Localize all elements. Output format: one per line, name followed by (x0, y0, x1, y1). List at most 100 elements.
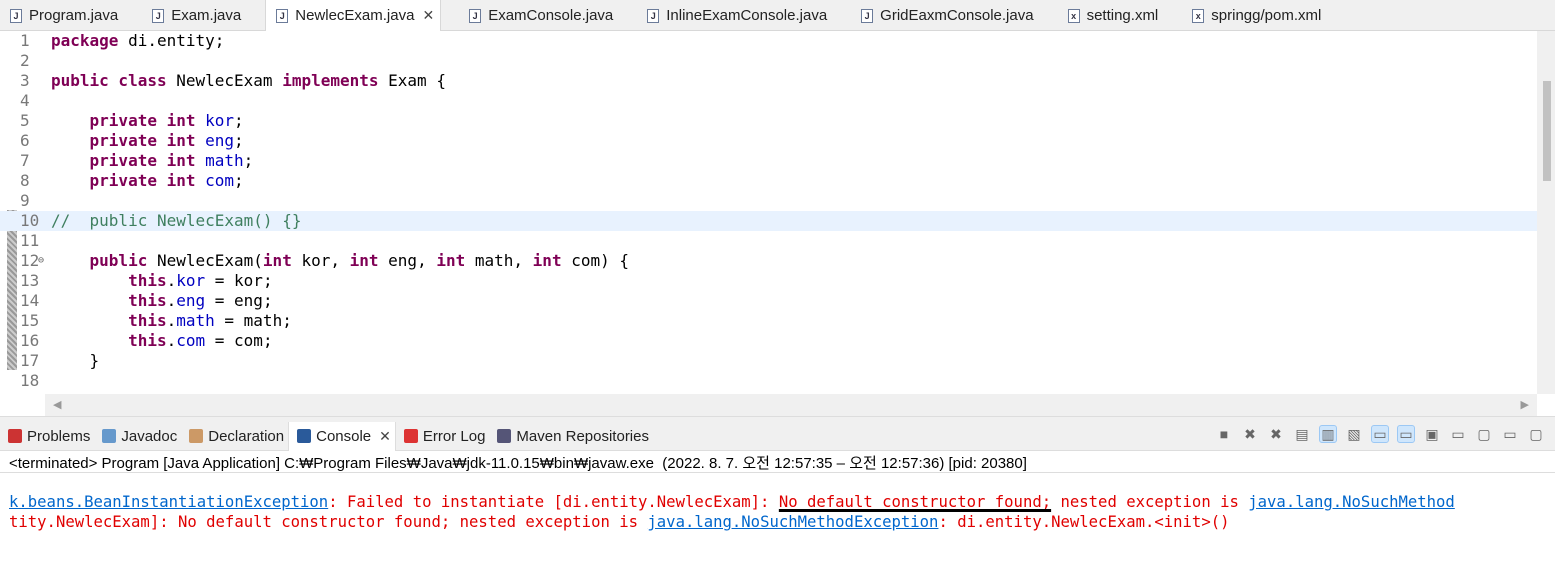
code-line: 16 this.com = com; (0, 331, 1537, 351)
line-number: 12 (20, 251, 40, 270)
line-number: 17 (20, 351, 40, 370)
java-file-icon: J (647, 8, 660, 23)
tab-examconsole-java[interactable]: J ExamConsole.java (459, 0, 619, 31)
code-token: private int (89, 131, 196, 150)
code-token: int (349, 251, 379, 270)
tab-newlecexam-java[interactable]: J NewlecExam.java ✕ (265, 0, 442, 31)
javadoc-icon (102, 429, 117, 443)
problems-icon (8, 429, 22, 443)
tab-problems[interactable]: Problems (0, 422, 94, 451)
tab-maven-repositories[interactable]: Maven Repositories (489, 422, 653, 451)
exception-link[interactable]: k.beans.BeanInstantiationException (9, 493, 328, 511)
clear-console-icon[interactable]: ▤ (1293, 425, 1311, 443)
code-token: this (128, 331, 167, 350)
editor-tab-bar: J Program.java J Exam.java J NewlecExam.java ✕… (0, 0, 1555, 31)
tab-grideaxmconsole-java[interactable]: J GridEaxmConsole.java (851, 0, 1039, 31)
output-text: No default constructor found; (778, 493, 1052, 511)
code-text: this.math = math; (51, 311, 292, 331)
java-file-icon: J (276, 8, 289, 23)
code-token: di.entity; (118, 31, 225, 50)
close-icon[interactable]: ✕ (379, 428, 391, 445)
open-console-icon[interactable]: ▢ (1475, 425, 1493, 443)
code-token: public class (51, 71, 167, 90)
horizontal-scrollbar[interactable]: ◀ ▶ (45, 394, 1537, 416)
scroll-right-icon[interactable]: ▶ (1521, 398, 1529, 411)
java-file-icon: J (152, 8, 165, 23)
tab-javadoc[interactable]: Javadoc (94, 422, 181, 451)
remove-all-icon[interactable]: ✖ (1267, 425, 1285, 443)
pin-console-icon[interactable]: ▣ (1423, 425, 1441, 443)
tab-exam-java[interactable]: J Exam.java (142, 0, 247, 31)
code-line: 14 this.eng = eng; (0, 291, 1537, 311)
vertical-scrollbar[interactable] (1537, 31, 1555, 394)
code-text: this.eng = eng; (51, 291, 273, 311)
line-number: 7 (20, 151, 30, 170)
line-number: 3 (20, 71, 30, 90)
tab-label: Javadoc (121, 427, 178, 445)
code-text: package di.entity; (51, 31, 224, 51)
scroll-thumb[interactable] (1543, 81, 1551, 181)
code-token: int (436, 251, 466, 270)
code-line: 15 this.math = math; (0, 311, 1537, 331)
tab-console[interactable]: Console ✕ (288, 421, 396, 451)
terminate-icon[interactable]: ■ (1215, 425, 1233, 443)
xml-file-icon: x (1192, 8, 1205, 23)
console-output-line: k.beans.BeanInstantiationException: Fail… (9, 493, 1455, 511)
tab-program-java[interactable]: J Program.java (0, 0, 124, 31)
code-text: this.kor = kor; (51, 271, 273, 291)
line-number: 14 (20, 291, 40, 310)
console-toolbar: ■ ✖ ✖ ▤ ▥ ▧ ▭ ▭ ▣ ▭ ▢ ▭ ▢ (1215, 425, 1545, 443)
code-line: 11 (0, 231, 1537, 251)
code-token: ; (234, 171, 244, 190)
word-wrap-icon[interactable]: ▧ (1345, 425, 1363, 443)
code-line: 7 private int math; (0, 151, 1537, 171)
show-on-stdout-icon[interactable]: ▭ (1371, 425, 1389, 443)
close-icon[interactable]: ✕ (422, 7, 434, 24)
code-token: package (51, 31, 119, 50)
code-token: = com; (205, 331, 273, 350)
fold-icon[interactable]: ⊖ (38, 251, 44, 271)
tab-label: springg/pom.xml (1211, 7, 1322, 24)
java-file-icon: J (10, 8, 22, 23)
xml-file-icon: x (1067, 8, 1080, 23)
tab-declaration[interactable]: Declaration (181, 422, 288, 451)
java-file-icon: J (469, 8, 482, 23)
line-number: 4 (20, 91, 30, 110)
declaration-icon (189, 429, 204, 443)
remove-launch-icon[interactable]: ✖ (1241, 425, 1259, 443)
code-line: 17 } (0, 351, 1537, 371)
exception-link[interactable]: java.lang.NoSuchMethod (1248, 493, 1455, 511)
output-text: tity.NewlecExam]: No default constructor… (9, 513, 648, 531)
code-token: math (195, 151, 244, 170)
code-editor[interactable]: 1 package di.entity; 2 3 public class Newlec… (0, 31, 1555, 394)
code-token: . (166, 331, 177, 350)
code-token: kor, (291, 251, 350, 270)
tab-setting-xml[interactable]: x setting.xml (1058, 0, 1165, 31)
code-text: public NewlecExam(int kor, int eng, int … (51, 251, 629, 271)
output-text: : Failed to instantiate [di.entity.Newle… (328, 493, 779, 511)
scroll-lock-icon[interactable]: ▥ (1319, 425, 1337, 443)
output-text: : di.entity.NewlecExam.<init>() (938, 513, 1230, 531)
code-token: private int (89, 171, 196, 190)
minimize-icon[interactable]: ▭ (1501, 425, 1519, 443)
line-number: 18 (20, 371, 40, 390)
maximize-icon[interactable]: ▢ (1527, 425, 1545, 443)
exception-link[interactable]: java.lang.NoSuchMethodException (647, 513, 938, 531)
code-line: 3 public class NewlecExam implements Exam… (0, 71, 1537, 91)
show-on-stderr-icon[interactable]: ▭ (1397, 425, 1415, 443)
tab-error-log[interactable]: Error Log (396, 422, 490, 451)
tab-inlineexamconsole-java[interactable]: J InlineExamConsole.java (637, 0, 833, 31)
code-token: this (128, 311, 167, 330)
code-token: // public NewlecExam() {} (51, 211, 302, 230)
code-token: } (51, 351, 100, 370)
line-number: 6 (20, 131, 30, 150)
code-token: math, (465, 251, 533, 270)
code-line: 18 (0, 371, 1537, 391)
scroll-left-icon[interactable]: ◀ (53, 398, 61, 411)
code-token: kor (176, 271, 206, 290)
tab-springg-pom-xml[interactable]: x springg/pom.xml (1182, 0, 1327, 31)
display-console-icon[interactable]: ▭ (1449, 425, 1467, 443)
